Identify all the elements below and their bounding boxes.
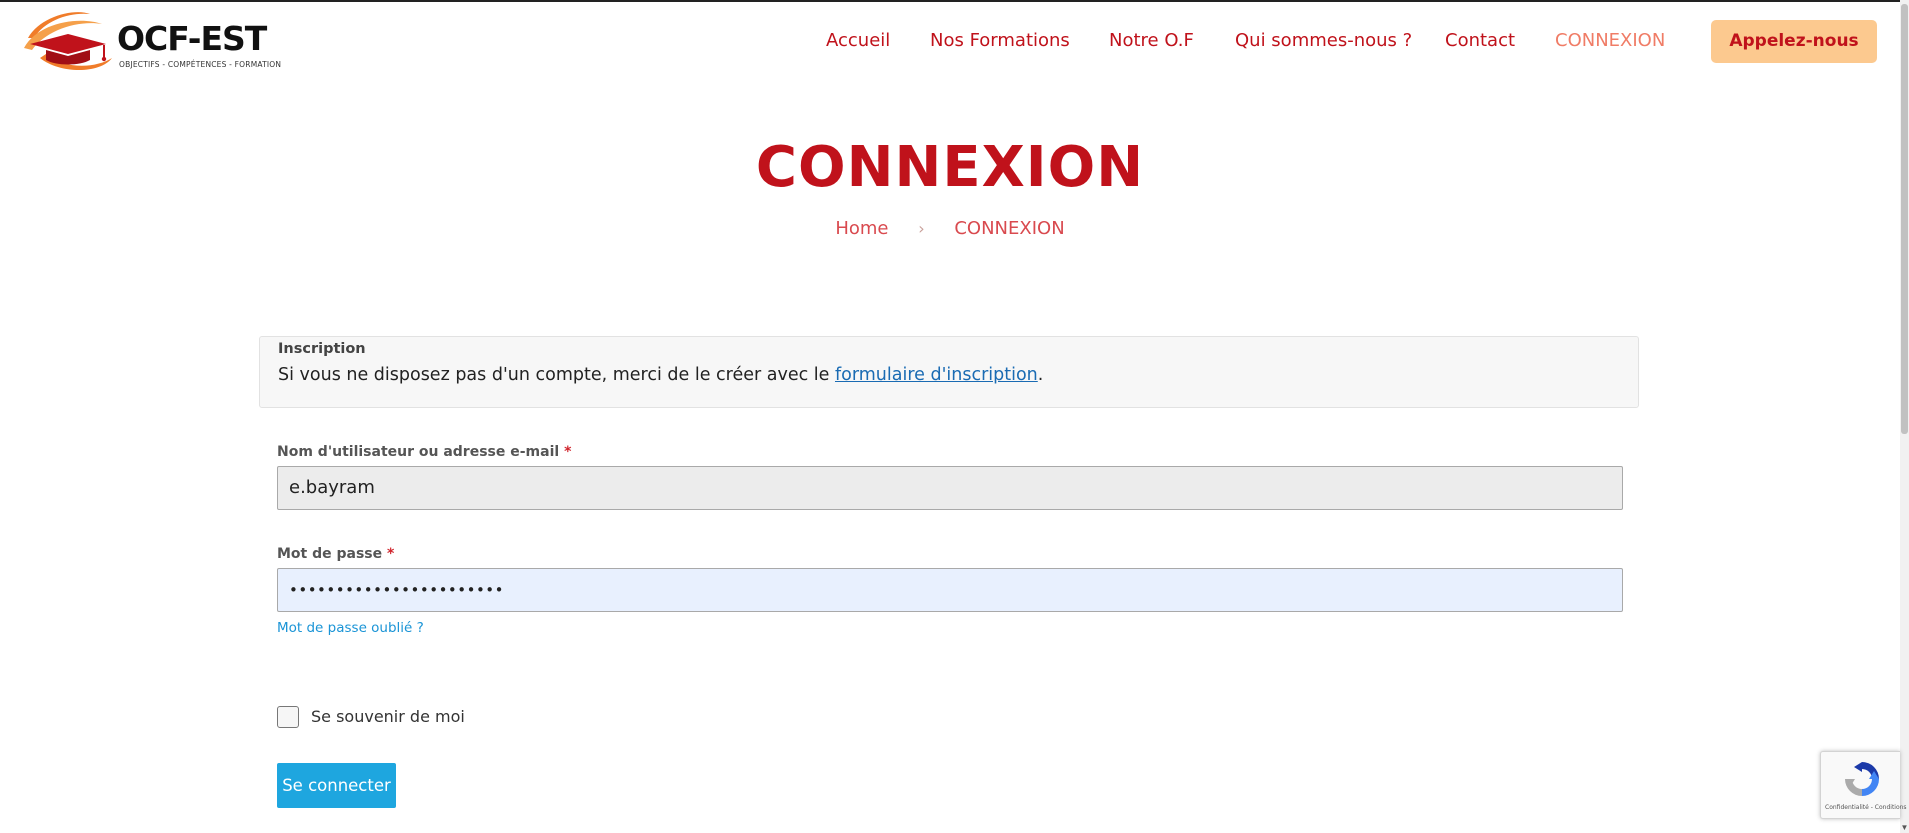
nav-item-contact[interactable]: Contact [1445,26,1515,56]
breadcrumb-home-link[interactable]: Home [835,218,888,239]
nav-item-nos-formations[interactable]: Nos Formations [930,26,1070,56]
password-label: Mot de passe * [277,546,394,562]
nav-item-notre-of[interactable]: Notre O.F [1109,26,1194,56]
nav-item-accueil[interactable]: Accueil [826,26,890,56]
login-button[interactable]: Se connecter [277,763,396,808]
password-input[interactable]: ••••••••••••••••••••••• [277,568,1623,612]
scroll-down-arrow-icon[interactable]: ▼ [1900,823,1909,833]
recaptcha-icon [1845,762,1879,796]
notice-text-before: Si vous ne disposez pas d'un compte, mer… [278,365,835,385]
recaptcha-footer[interactable]: Confidentialité - Conditions [1825,804,1907,811]
registration-form-link[interactable]: formulaire d'inscription [835,365,1038,385]
forgot-password-link[interactable]: Mot de passe oublié ? [277,620,424,636]
page-title: CONNEXION [755,135,1145,200]
chevron-right-icon: › [918,219,925,238]
nav-item-qui-sommes-nous[interactable]: Qui sommes-nous ? [1235,26,1412,56]
remember-me-label[interactable]: Se souvenir de moi [311,707,465,726]
graduation-cap-logo-icon [24,12,112,70]
username-label: Nom d'utilisateur ou adresse e-mail * [277,444,571,460]
username-input[interactable]: e.bayram [277,466,1623,510]
call-us-button[interactable]: Appelez-nous [1711,20,1877,63]
logo-wordmark: OCF-EST [117,19,267,58]
nav-item-connexion[interactable]: CONNEXION [1555,26,1665,56]
remember-me-checkbox[interactable] [277,706,299,728]
scrollbar-thumb[interactable] [1901,4,1908,434]
password-label-text: Mot de passe [277,546,383,562]
notice-title: Inscription [278,341,366,357]
required-asterisk: * [564,444,572,460]
page-scrollbar[interactable]: ▼ [1900,0,1909,833]
notice-text: Si vous ne disposez pas d'un compte, mer… [278,365,1043,385]
notice-text-after: . [1037,365,1044,385]
breadcrumb-current: CONNEXION [954,218,1065,239]
breadcrumb: Home › CONNEXION [0,218,1900,239]
site-header: OCF-EST OBJECTIFS - COMPÉTENCES - FORMAT… [0,2,1900,78]
logo-tagline: OBJECTIFS - COMPÉTENCES - FORMATION [119,60,282,69]
username-label-text: Nom d'utilisateur ou adresse e-mail [277,444,560,460]
recaptcha-badge[interactable]: Confidentialité - Conditions [1820,751,1907,819]
registration-notice: Inscription Si vous ne disposez pas d'un… [259,336,1639,408]
site-logo[interactable]: OCF-EST OBJECTIFS - COMPÉTENCES - FORMAT… [20,8,290,76]
required-asterisk: * [387,546,395,562]
